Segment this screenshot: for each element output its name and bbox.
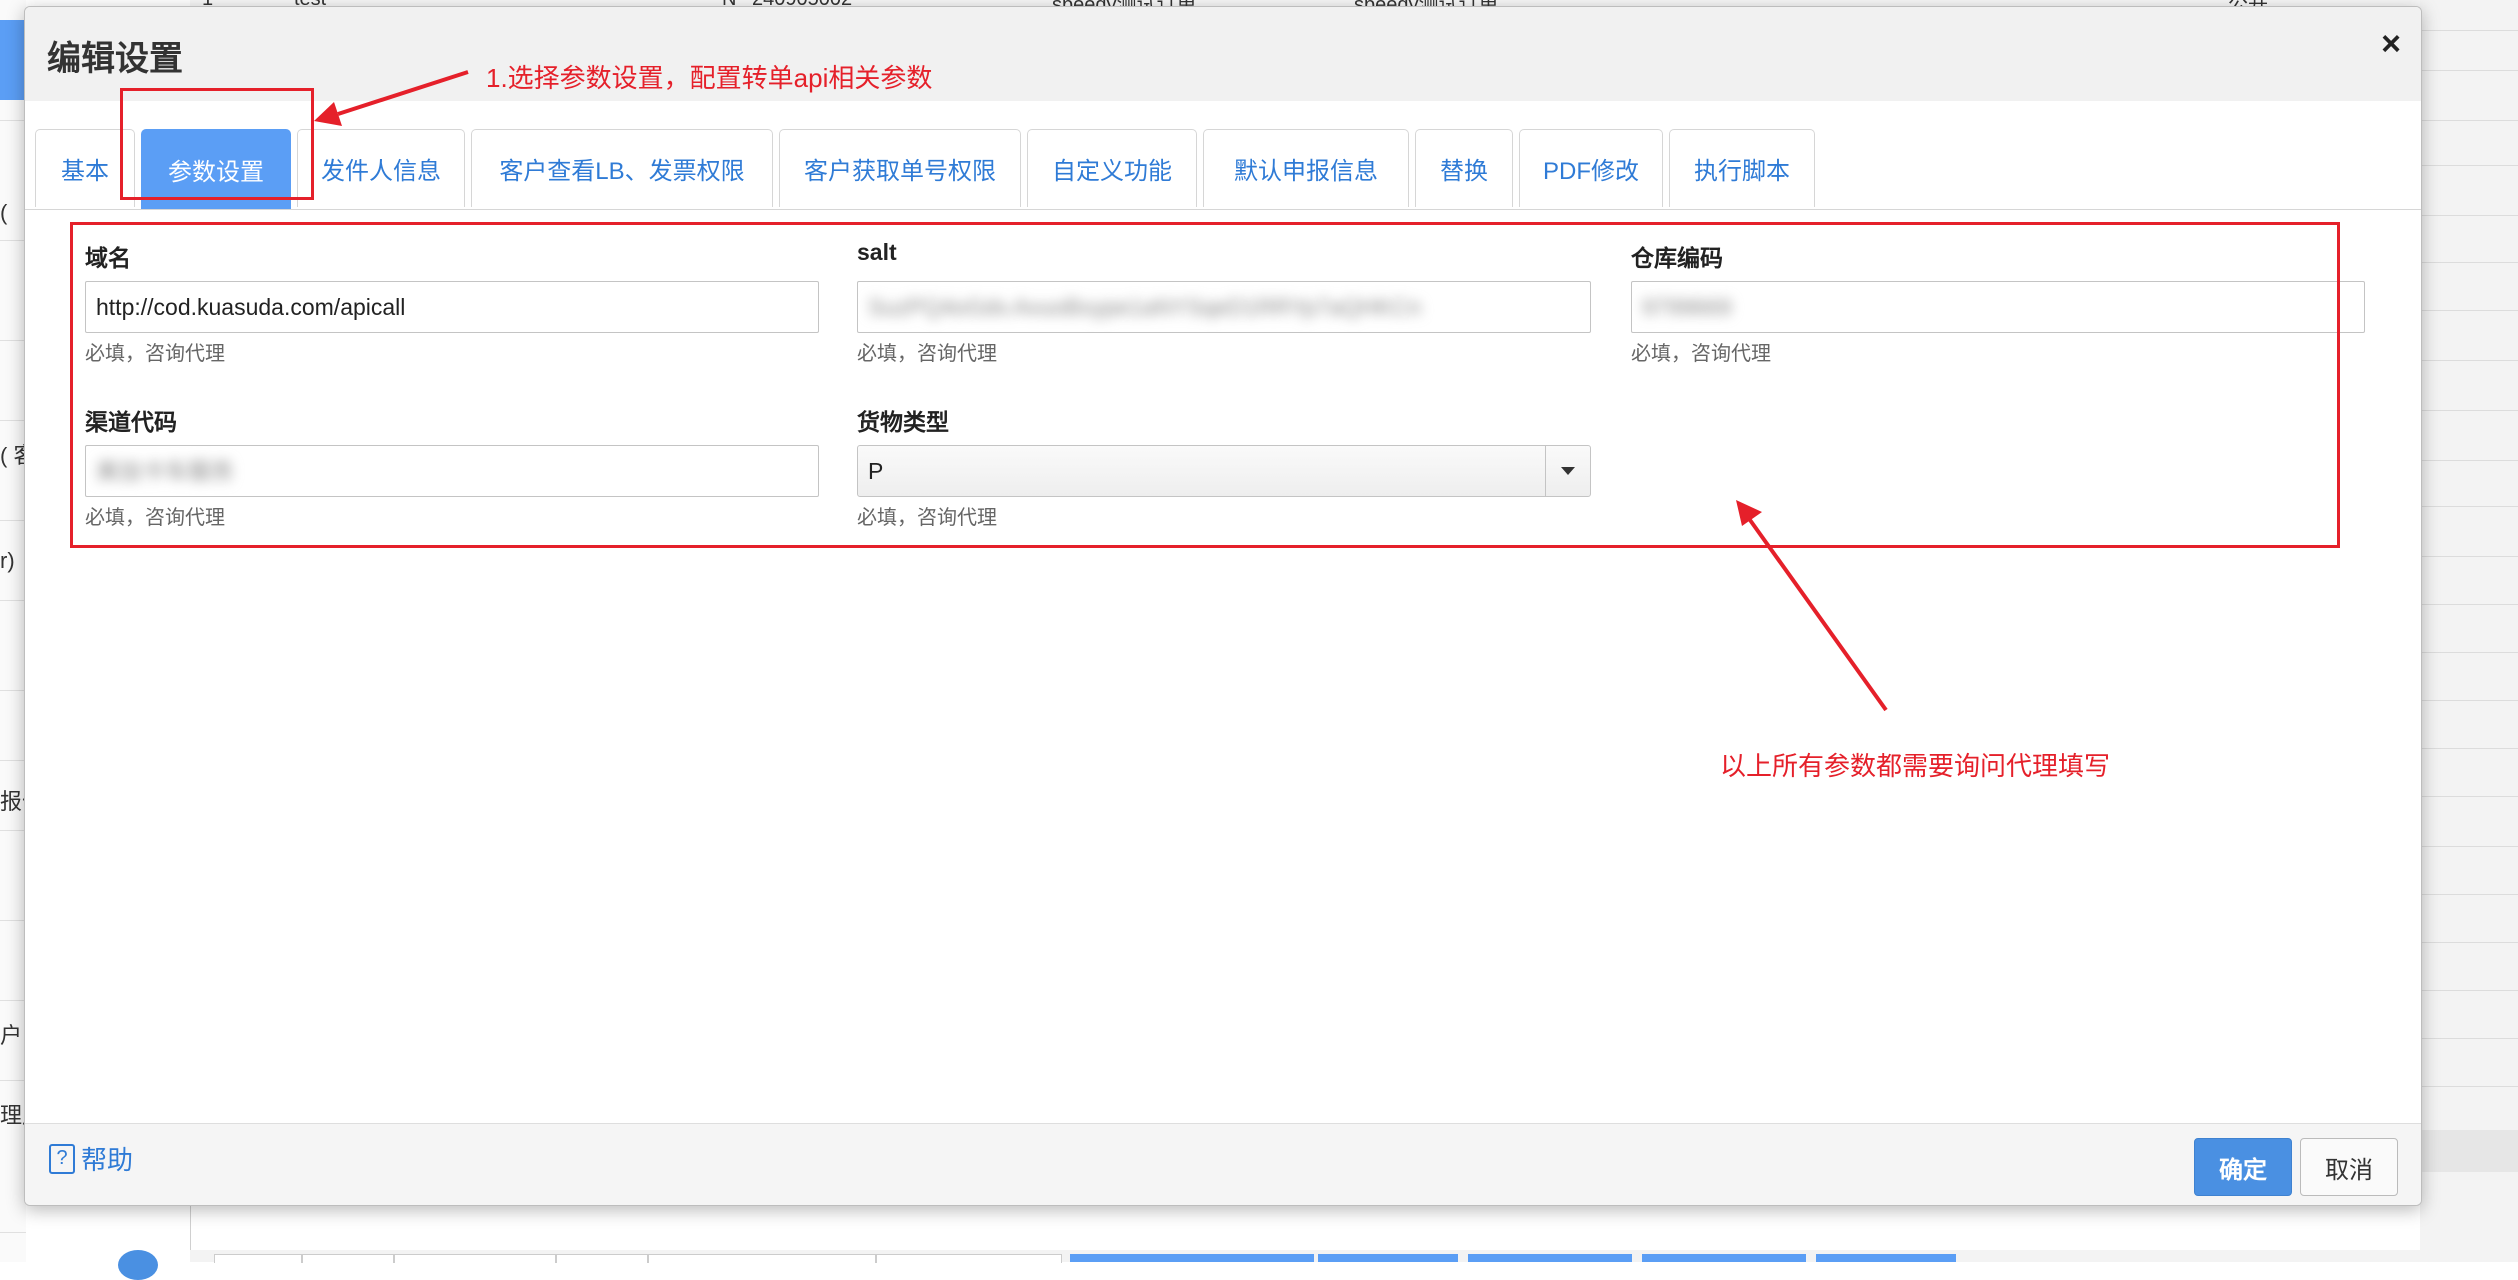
background-right-column bbox=[2420, 0, 2518, 1262]
background-divider bbox=[2420, 846, 2518, 847]
background-divider bbox=[2420, 700, 2518, 701]
background-divider bbox=[2420, 460, 2518, 461]
background-divider bbox=[0, 520, 26, 521]
background-divider bbox=[2420, 215, 2518, 216]
background-divider bbox=[0, 1080, 26, 1081]
question-icon: ? bbox=[49, 1143, 75, 1174]
background-divider bbox=[0, 240, 26, 241]
background-divider bbox=[0, 690, 26, 691]
dialog-header: 编辑设置 × bbox=[25, 7, 2421, 101]
background-divider bbox=[2420, 1038, 2518, 1039]
settings-tabs: 基本 参数设置 发件人信息 客户查看LB、发票权限 客户获取单号权限 自定义功能… bbox=[25, 129, 2421, 210]
background-divider bbox=[0, 600, 26, 601]
background-divider bbox=[2420, 748, 2518, 749]
tab-run-script[interactable]: 执行脚本 bbox=[1669, 129, 1815, 207]
background-divider bbox=[2420, 894, 2518, 895]
background-divider bbox=[2420, 604, 2518, 605]
background-badge bbox=[118, 1250, 158, 1280]
background-divider bbox=[2420, 120, 2518, 121]
background-divider bbox=[0, 1000, 26, 1001]
background-button bbox=[1642, 1254, 1806, 1262]
annotation-tab-highlight bbox=[120, 88, 314, 200]
background-divider bbox=[2420, 70, 2518, 71]
tab-default-declaration[interactable]: 默认申报信息 bbox=[1203, 129, 1409, 207]
tab-pdf-edit[interactable]: PDF修改 bbox=[1519, 129, 1663, 207]
tab-replace[interactable]: 替换 bbox=[1415, 129, 1513, 207]
background-footer-row bbox=[2420, 1130, 2518, 1172]
edit-settings-dialog: 编辑设置 × 基本 参数设置 发件人信息 客户查看LB、发票权限 客户获取单号权… bbox=[24, 6, 2422, 1206]
background-left-column bbox=[0, 0, 26, 1262]
background-divider bbox=[0, 340, 26, 341]
background-divider bbox=[2420, 556, 2518, 557]
close-icon[interactable]: × bbox=[2381, 27, 2401, 61]
background-divider bbox=[2420, 1086, 2518, 1087]
annotation-note-text: 以上所有参数都需要询问代理填写 bbox=[1720, 751, 2111, 781]
background-fragment: r) bbox=[0, 548, 15, 573]
background-divider bbox=[0, 920, 26, 921]
tab-sender-info[interactable]: 发件人信息 bbox=[297, 129, 465, 207]
background-divider bbox=[2420, 360, 2518, 361]
annotation-step1-text: 1.选择参数设置，配置转单api相关参数 bbox=[486, 63, 933, 93]
tab-customer-lb-invoice-permission[interactable]: 客户查看LB、发票权限 bbox=[471, 129, 773, 207]
tab-custom-functions[interactable]: 自定义功能 bbox=[1027, 129, 1197, 207]
background-divider bbox=[2420, 165, 2518, 166]
background-divider bbox=[0, 760, 26, 761]
background-divider bbox=[2420, 30, 2518, 31]
background-divider bbox=[0, 420, 26, 421]
background-button bbox=[1816, 1254, 1956, 1262]
background-button bbox=[1070, 1254, 1314, 1262]
background-divider bbox=[2420, 942, 2518, 943]
dialog-title: 编辑设置 bbox=[47, 40, 183, 78]
background-button bbox=[1318, 1254, 1458, 1262]
background-divider bbox=[2420, 796, 2518, 797]
background-divider bbox=[2420, 990, 2518, 991]
background-fragment: 户 bbox=[0, 1023, 23, 1048]
background-divider bbox=[2420, 262, 2518, 263]
background-divider bbox=[0, 120, 26, 121]
background-divider bbox=[0, 830, 26, 831]
background-divider bbox=[2420, 310, 2518, 311]
background-button bbox=[1468, 1254, 1632, 1262]
help-link[interactable]: ? 帮助 bbox=[49, 1140, 133, 1177]
cancel-button[interactable]: 取消 bbox=[2300, 1138, 2398, 1196]
background-left-accent bbox=[0, 20, 24, 100]
dialog-footer: ? 帮助 确定 取消 bbox=[25, 1123, 2421, 1205]
background-fragment: ( bbox=[0, 200, 8, 225]
background-divider bbox=[2420, 506, 2518, 507]
confirm-button[interactable]: 确定 bbox=[2194, 1138, 2292, 1196]
background-divider bbox=[2420, 652, 2518, 653]
help-label: 帮助 bbox=[81, 1145, 134, 1175]
background-divider bbox=[2420, 410, 2518, 411]
background-divider bbox=[0, 1232, 26, 1233]
annotation-fields-highlight bbox=[70, 222, 2340, 548]
tab-customer-tracking-permission[interactable]: 客户获取单号权限 bbox=[779, 129, 1021, 207]
